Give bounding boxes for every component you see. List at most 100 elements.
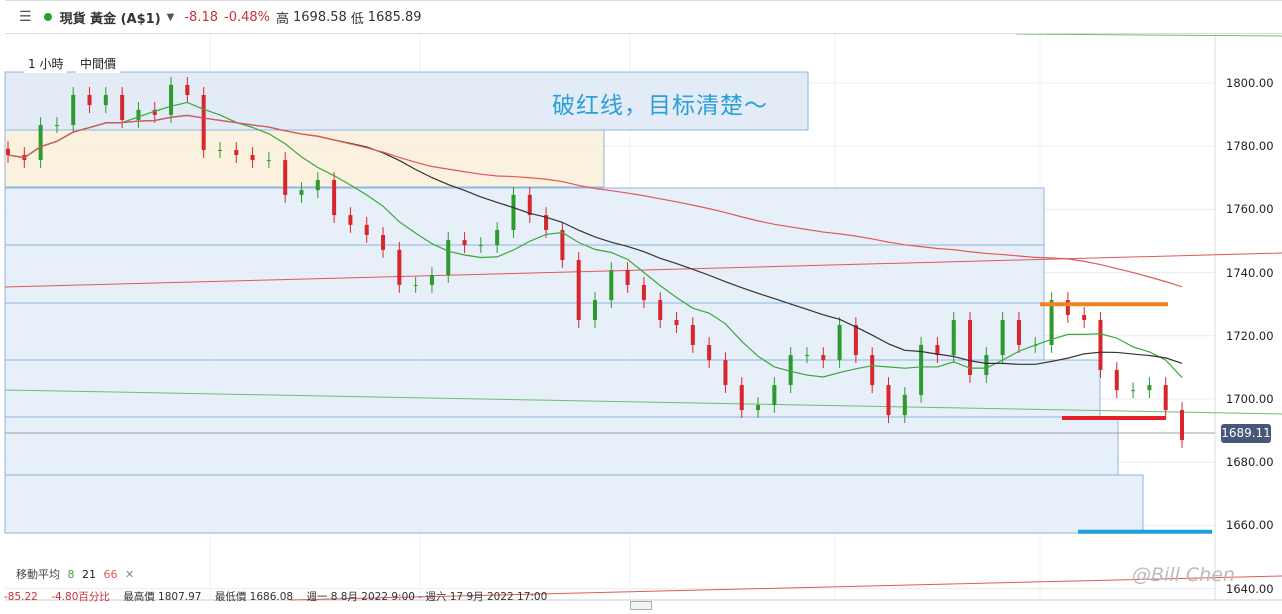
candle-body	[397, 249, 402, 285]
high-label: 高	[276, 11, 290, 27]
candle-body	[495, 229, 500, 246]
candle-body	[1049, 300, 1054, 345]
y-tick-label: 1720.00	[1226, 328, 1274, 343]
chart-annotation: 破红线，目标清楚～	[552, 93, 768, 119]
candle-body	[348, 215, 353, 225]
candle-body	[6, 148, 10, 156]
candle-body	[1000, 320, 1005, 356]
candle-body	[364, 224, 369, 235]
candle-body	[756, 405, 761, 411]
candle-body	[1147, 385, 1152, 391]
candle-body	[886, 385, 891, 416]
trend-line-green	[1015, 33, 1282, 37]
market-status-icon	[43, 13, 52, 21]
ma-period-21[interactable]: 21	[82, 568, 96, 581]
candle-body	[462, 240, 467, 246]
resize-handle[interactable]	[630, 601, 652, 610]
candle-body	[641, 284, 646, 301]
candle-body	[136, 109, 141, 120]
candle-body	[625, 270, 630, 285]
candle-body	[527, 194, 532, 216]
candle-body	[38, 125, 43, 161]
y-tick-label: 1700.00	[1226, 392, 1274, 406]
candle-body	[739, 385, 744, 411]
candle-body	[120, 95, 125, 120]
candle-body	[968, 320, 973, 375]
candle-body	[429, 275, 434, 285]
candle-body	[299, 190, 304, 195]
y-tick-label: 1800.00	[1226, 76, 1274, 90]
zone-box	[4, 359, 1101, 418]
zone-box	[4, 302, 1045, 361]
ma-period-8[interactable]: 8	[68, 568, 75, 581]
candle-body	[772, 385, 777, 406]
price-type-button[interactable]: 中間價	[76, 54, 121, 73]
candle-body	[609, 270, 614, 301]
candle-body	[169, 84, 174, 115]
candle-body	[837, 325, 842, 361]
candle-body	[1016, 320, 1021, 345]
candle-body	[381, 234, 386, 250]
instrument-title[interactable]: 現貨 黃金 (A$1)	[60, 8, 161, 27]
candle-body	[217, 149, 222, 151]
candle-body	[87, 95, 92, 106]
range-dates: 週一 8 8月 2022 9:00 - 週六 17 9月 2022 17:00	[306, 591, 548, 603]
candle-body	[234, 149, 239, 156]
candle-body	[446, 240, 451, 276]
zone-box	[4, 416, 1119, 476]
candle-body	[658, 300, 663, 320]
candle-body	[250, 155, 255, 161]
candle-body	[103, 95, 108, 106]
candle-body	[821, 355, 826, 361]
last-price-tag: 1689.11	[1221, 424, 1271, 443]
y-tick-label: 1780.00	[1226, 139, 1274, 154]
candle-body	[560, 229, 565, 260]
candle-body	[185, 84, 190, 96]
candle-body	[984, 355, 989, 375]
range-change: -85.22	[4, 591, 38, 603]
candle-body	[576, 259, 581, 320]
candle-body	[853, 325, 858, 356]
range-change-pct: -4.80百分比	[51, 591, 110, 603]
candle-body	[413, 284, 418, 286]
hamburger-icon[interactable]: ☰	[19, 9, 32, 25]
price-change: -8.18	[184, 9, 218, 25]
candle-body	[201, 95, 206, 150]
chevron-down-icon[interactable]: ▼	[167, 12, 175, 23]
candle-body	[1098, 320, 1103, 370]
ma-period-66[interactable]: 66	[104, 568, 118, 581]
candle-body	[1114, 369, 1119, 391]
moving-average-legend: 移動平均 8 21 66 ✕	[16, 566, 138, 582]
candle-body	[804, 355, 809, 357]
candle-body	[919, 344, 924, 395]
candle-body	[54, 125, 59, 127]
high-value: 1698.58	[293, 9, 347, 25]
watermark: @Bill Chen	[1132, 564, 1235, 586]
low-label: 低	[350, 11, 364, 27]
candle-body	[266, 160, 271, 162]
candle-body	[1082, 314, 1087, 320]
candle-body	[902, 394, 907, 416]
y-tick-label: 1760.00	[1226, 202, 1274, 217]
y-tick-label: 1740.00	[1226, 265, 1274, 280]
range-low: 最低價 1686.08	[214, 591, 294, 603]
candle-body	[870, 355, 875, 386]
candle-body	[707, 344, 712, 361]
timeframe-button[interactable]: 1 小時	[24, 54, 68, 73]
zone-box	[4, 474, 1144, 534]
candle-body	[315, 180, 320, 191]
candle-body	[1163, 385, 1168, 411]
candle-body	[71, 95, 76, 126]
close-icon[interactable]: ✕	[125, 568, 134, 581]
range-high: 最高價 1807.97	[123, 591, 202, 603]
candle-body	[674, 320, 679, 326]
ma-label: 移動平均	[16, 568, 60, 581]
candle-body	[1131, 390, 1136, 392]
y-tick-label: 1660.00	[1226, 518, 1274, 533]
range-stats: -85.22 -4.80百分比 最高價 1807.97 最低價 1686.08 …	[4, 589, 557, 604]
chart-header: ☰ 現貨 黃金 (A$1) ▼ -8.18 -0.48% 高 1698.58 低…	[5, 0, 1282, 34]
candle-body	[332, 180, 337, 216]
candle-body	[690, 325, 695, 345]
candle-body	[723, 360, 728, 386]
candle-body	[593, 300, 597, 320]
